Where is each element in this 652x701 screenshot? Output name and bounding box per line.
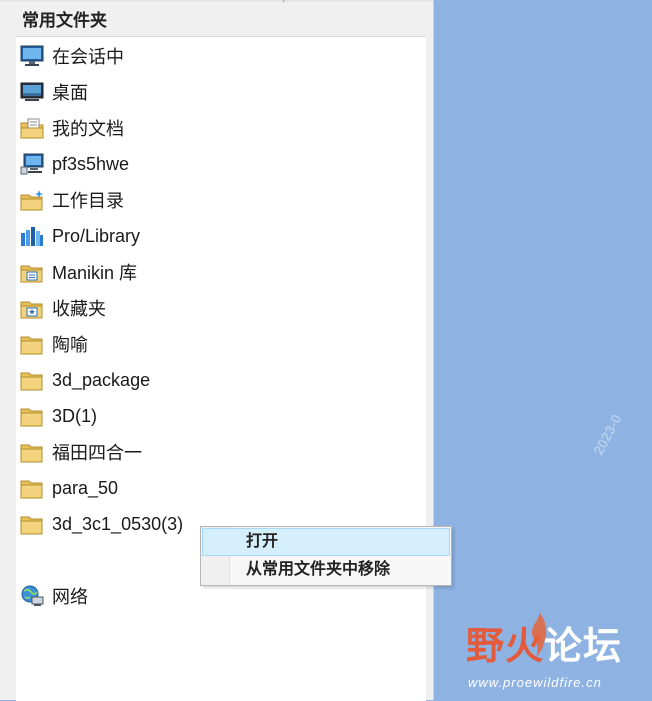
desktop-icon <box>20 80 44 104</box>
folder-item-pro-library[interactable]: Pro/Library <box>20 219 420 253</box>
documents-folder-icon <box>20 116 44 140</box>
folder-item-para-50[interactable]: para_50 <box>20 471 420 505</box>
folder-item-in-session[interactable]: 在会话中 <box>20 39 420 73</box>
folder-icon <box>20 404 44 428</box>
folder-item-label: 在会话中 <box>52 47 124 67</box>
folder-list: 在会话中 桌面 我的文档 pf3s5hwe 工作目录 Pro/Library M… <box>16 36 426 701</box>
folder-item-3d-package[interactable]: 3d_package <box>20 363 420 397</box>
folder-item-my-documents[interactable]: 我的文档 <box>20 111 420 145</box>
folder-item-manikin-library[interactable]: Manikin 库 <box>20 255 420 289</box>
menu-item-remove-from-common-folders[interactable]: 从常用文件夹中移除 <box>202 556 450 584</box>
common-folders-panel: 常用文件夹 在会话中 桌面 我的文档 pf3s5hwe 工作目录 Pro/Lib… <box>0 0 434 701</box>
folder-item-label: 福田四合一 <box>52 443 142 463</box>
folder-icon <box>20 440 44 464</box>
library-icon <box>20 224 44 248</box>
flame-icon <box>532 613 547 657</box>
menu-item-open[interactable]: 打开 <box>202 528 450 556</box>
folder-item-label: para_50 <box>52 477 119 498</box>
logo-url: www.proewildfire.cn <box>468 675 602 690</box>
panel-title: 常用文件夹 <box>22 11 107 30</box>
folder-item-working-directory[interactable]: 工作目录 <box>20 183 420 217</box>
folder-item-favorites[interactable]: 收藏夹 <box>20 291 420 325</box>
computer-icon <box>20 152 44 176</box>
panel-top-divider <box>0 0 433 2</box>
folder-icon <box>20 332 44 356</box>
network-icon <box>20 584 44 608</box>
favorites-folder-icon <box>20 296 44 320</box>
forum-logo: 野火论坛 www.proewildfire.cn <box>466 613 646 695</box>
logo-brand-part-3: 论坛 <box>544 626 623 668</box>
folder-item-futian[interactable]: 福田四合一 <box>20 435 420 469</box>
manikin-folder-icon <box>20 260 44 284</box>
date-watermark: 2023-0 <box>590 411 625 458</box>
monitor-icon <box>20 44 44 68</box>
folder-item-label: Pro/Library <box>52 225 141 246</box>
folder-item-3d-1[interactable]: 3D(1) <box>20 399 420 433</box>
folder-item-label: pf3s5hwe <box>52 153 130 174</box>
folder-item-label: 桌面 <box>52 83 88 103</box>
folder-item-desktop[interactable]: 桌面 <box>20 75 420 109</box>
folder-icon <box>20 368 44 392</box>
folder-icon <box>20 476 44 500</box>
folder-item-label: 网络 <box>52 587 88 607</box>
folder-icon <box>20 512 44 536</box>
folder-item-label: Manikin 库 <box>52 263 138 283</box>
folder-item-label: 我的文档 <box>52 119 124 139</box>
tab-edge <box>283 0 284 2</box>
folder-item-label: 工作目录 <box>52 191 124 211</box>
folder-item-label: 收藏夹 <box>52 299 106 319</box>
folder-item-taoyu[interactable]: 陶喻 <box>20 327 420 361</box>
context-menu: 打开 从常用文件夹中移除 <box>200 526 452 586</box>
logo-brand-part-1: 野 <box>466 626 506 668</box>
folder-item-label: 3d_3c1_0530(3) <box>52 513 184 534</box>
folder-item-computer[interactable]: pf3s5hwe <box>20 147 420 181</box>
folder-item-label: 3d_package <box>52 369 151 390</box>
folder-item-label: 陶喻 <box>52 335 88 355</box>
folder-item-label: 3D(1) <box>52 405 98 426</box>
working-folder-icon <box>20 188 44 212</box>
